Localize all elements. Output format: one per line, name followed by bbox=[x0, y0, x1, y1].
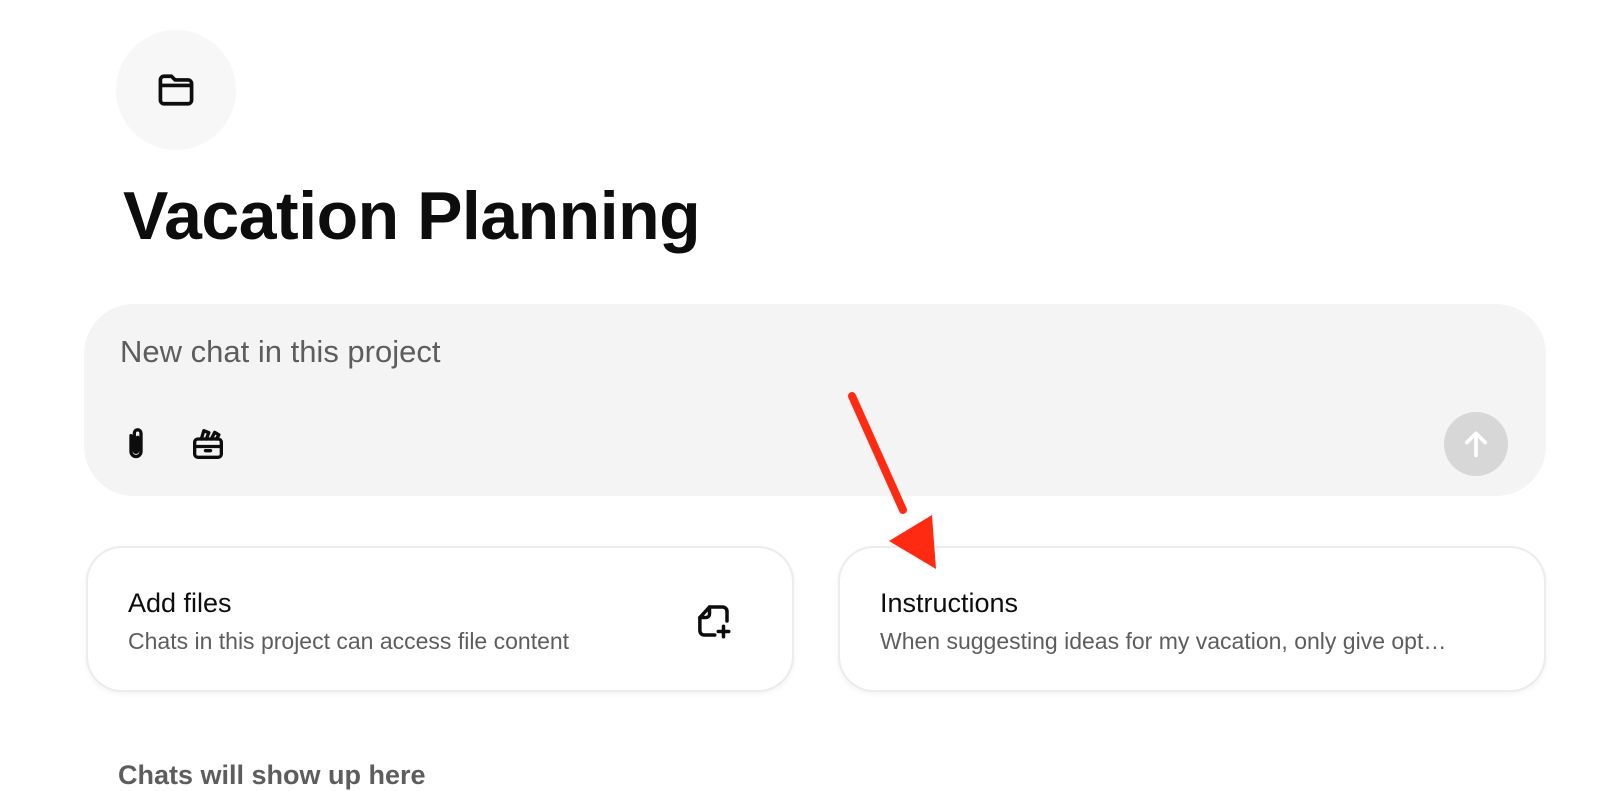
add-files-card[interactable]: Add files Chats in this project can acce… bbox=[86, 546, 794, 692]
add-files-icon-wrap bbox=[692, 600, 734, 642]
chats-section-label: Chats will show up here bbox=[118, 760, 426, 790]
folder-icon bbox=[158, 74, 194, 106]
project-avatar bbox=[116, 30, 236, 150]
add-files-description: Chats in this project can access file co… bbox=[128, 628, 570, 654]
new-chat-input[interactable] bbox=[120, 330, 1320, 374]
tools-button[interactable] bbox=[184, 420, 232, 468]
attach-button[interactable] bbox=[112, 420, 160, 468]
page-title: Vacation Planning bbox=[123, 178, 701, 254]
file-add-icon bbox=[698, 605, 731, 639]
send-button[interactable] bbox=[1444, 412, 1508, 476]
chat-composer bbox=[84, 304, 1546, 496]
paperclip-icon bbox=[129, 428, 143, 459]
instructions-title: Instructions bbox=[880, 588, 1019, 618]
toolbox-icon bbox=[193, 429, 223, 459]
instructions-card[interactable]: Instructions When suggesting ideas for m… bbox=[838, 546, 1546, 692]
add-files-title: Add files bbox=[128, 588, 232, 618]
arrow-up-icon bbox=[1464, 431, 1488, 458]
instructions-description: When suggesting ideas for my vacation, o… bbox=[880, 628, 1447, 654]
